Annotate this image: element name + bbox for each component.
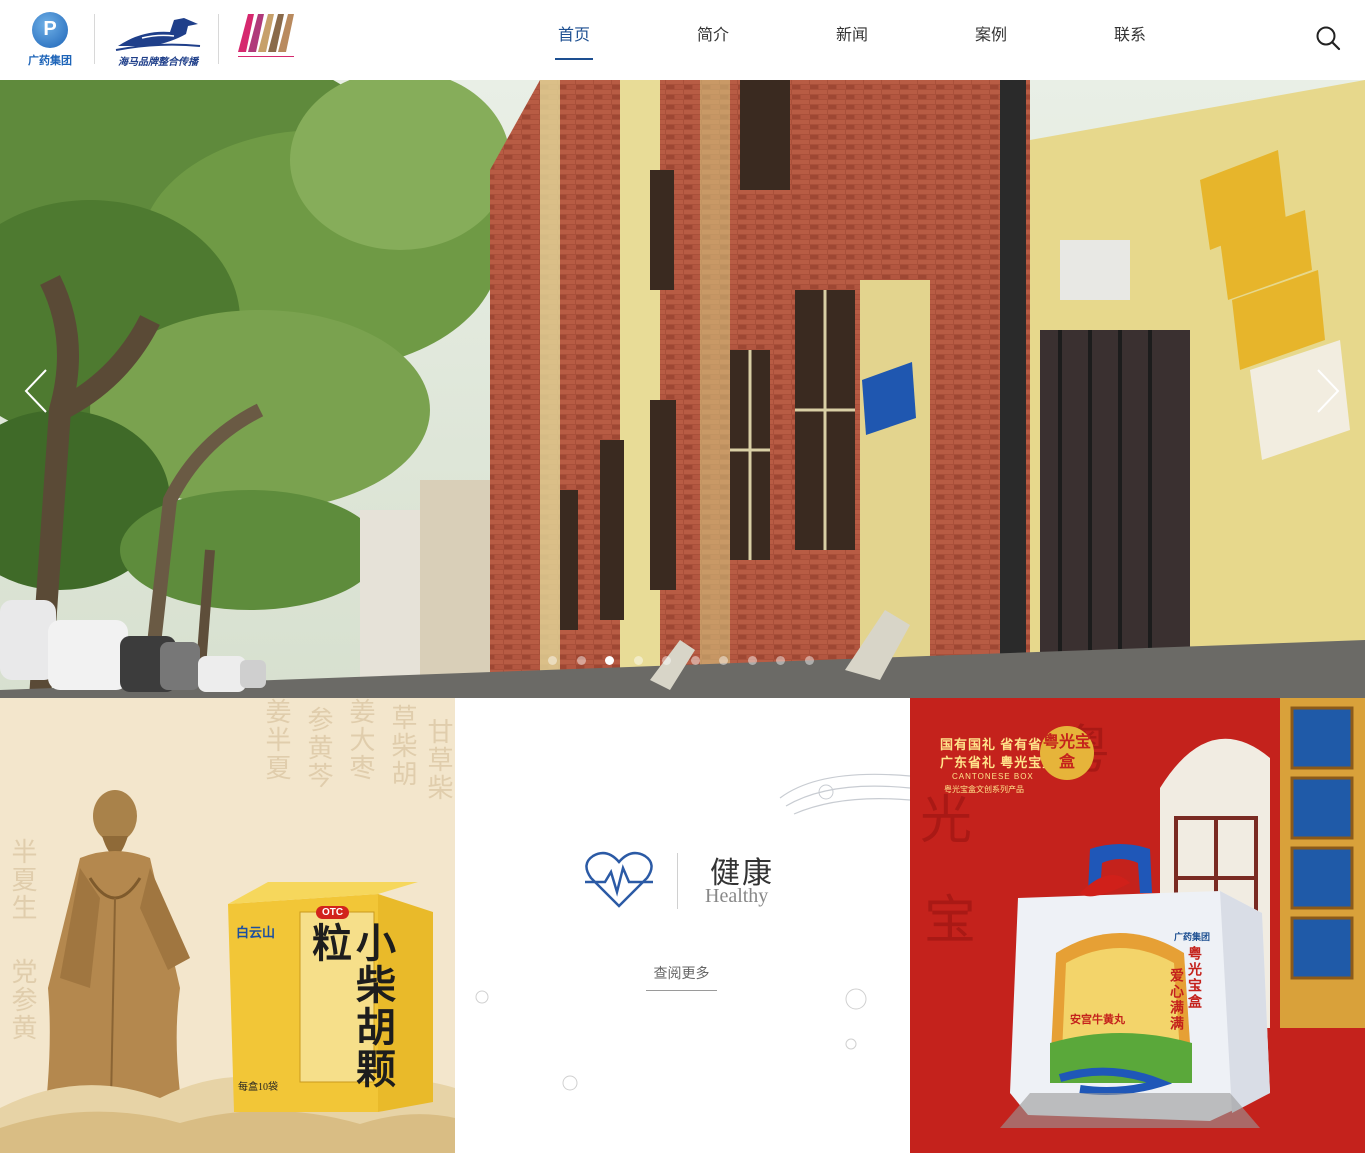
tin-subtitle: 爱心满满 bbox=[1168, 968, 1183, 1032]
product-panel-xiaochaihu[interactable]: 姜半夏 参黄芩 姜大枣 草柴胡 甘草柴 半夏生 党参黄 白云山 OTC 小柴胡颗… bbox=[0, 698, 455, 1153]
background-herb-text: 姜大枣 bbox=[346, 698, 375, 782]
nav-item-contact[interactable]: 联系 bbox=[1081, 0, 1179, 80]
health-panel[interactable]: 健康 Healthy 查阅更多 bbox=[455, 698, 910, 1153]
site-header: P 广药集团 海马品牌整合传播 首页 简介 新闻 案例 联系 bbox=[0, 0, 1365, 80]
gift-box-panel[interactable]: 粤 光 宝 国有国礼 省有省礼 广东省礼 粤光宝盒 CANTONESE BOX … bbox=[910, 698, 1365, 1153]
gift-slogan-sub: 粤光宝盒文创系列产品 bbox=[944, 785, 1024, 794]
slider-next-button[interactable] bbox=[1312, 368, 1342, 414]
hero-slider bbox=[0, 80, 1365, 698]
slider-prev-button[interactable] bbox=[22, 368, 52, 414]
cloud-pattern-icon bbox=[779, 773, 910, 815]
haima-logo[interactable]: 海马品牌整合传播 bbox=[112, 12, 204, 68]
slider-dot[interactable] bbox=[690, 656, 700, 665]
background-herb-text: 甘草柴 bbox=[424, 718, 453, 802]
nav-item-home[interactable]: 首页 bbox=[525, 0, 623, 80]
gpg-group-logo[interactable]: P 广药集团 bbox=[24, 12, 76, 67]
seahorse-icon bbox=[115, 18, 201, 51]
gz4a-logo[interactable] bbox=[236, 12, 296, 66]
read-more-link[interactable]: 查阅更多 bbox=[646, 963, 717, 991]
background-herb-text: 参黄芩 bbox=[304, 706, 333, 790]
haima-logo-text: 海马品牌整合传播 bbox=[118, 57, 198, 68]
swirl-icon bbox=[475, 990, 489, 1004]
slider-dot[interactable] bbox=[576, 656, 586, 665]
gpg-logo-text: 广药集团 bbox=[28, 55, 72, 67]
title-divider bbox=[677, 853, 678, 909]
nav-item-news[interactable]: 新闻 bbox=[803, 0, 901, 80]
gift-tin-illustration bbox=[1000, 844, 1270, 1128]
product-brand: 白云山 bbox=[236, 925, 276, 940]
slider-dot[interactable] bbox=[776, 656, 785, 665]
background-herb-text: 草柴胡 bbox=[388, 704, 417, 788]
slider-dot[interactable] bbox=[605, 656, 614, 665]
swirl-icon bbox=[845, 988, 867, 1010]
pack-note: 每盒10袋 bbox=[238, 1082, 278, 1093]
nav-item-cases[interactable]: 案例 bbox=[942, 0, 1040, 80]
slider-dot[interactable] bbox=[719, 656, 728, 665]
gift-slogan-1: 国有国礼 省有省礼 bbox=[940, 737, 1057, 752]
background-calligraphy: 宝 bbox=[924, 893, 977, 950]
nav-item-about[interactable]: 简介 bbox=[664, 0, 762, 80]
logo-divider bbox=[218, 14, 219, 64]
logo-divider bbox=[94, 14, 95, 64]
slider-dot[interactable] bbox=[548, 656, 557, 665]
slider-dot[interactable] bbox=[804, 656, 814, 665]
background-herb-text: 姜半夏 bbox=[262, 698, 291, 782]
gz4a-logo-mark bbox=[238, 14, 294, 57]
chevron-left-icon bbox=[24, 369, 47, 413]
slider-dot[interactable] bbox=[662, 656, 671, 665]
gift-slogan-en: CANTONESE BOX bbox=[952, 772, 1034, 781]
search-icon bbox=[1316, 26, 1341, 51]
hero-slide-image bbox=[0, 80, 1365, 698]
product-box: 白云山 OTC 小柴胡颗粒 每盒10袋 bbox=[228, 882, 433, 1112]
product-name: 小柴胡颗粒 bbox=[306, 922, 395, 1090]
otc-badge: OTC bbox=[316, 906, 350, 919]
tin-brand: 广药集团 bbox=[1174, 932, 1211, 942]
swirl-icon bbox=[562, 1075, 578, 1091]
search-button[interactable] bbox=[1314, 24, 1342, 52]
gift-seal: 粤光宝盒 bbox=[1040, 726, 1094, 780]
chevron-right-icon bbox=[1317, 369, 1340, 413]
heart-pulse-icon bbox=[585, 851, 653, 908]
tin-title: 粤光宝盒 bbox=[1186, 946, 1201, 1010]
tin-product-card: 安宫牛黄丸 bbox=[1070, 1014, 1125, 1026]
gift-slogan-2: 广东省礼 粤光宝盒 bbox=[940, 755, 1057, 770]
slider-dot[interactable] bbox=[747, 656, 757, 665]
section-subtitle: Healthy bbox=[705, 885, 769, 907]
gpg-logo-mark: P bbox=[32, 12, 68, 48]
slider-dot[interactable] bbox=[633, 656, 643, 665]
swirl-icon bbox=[845, 1038, 857, 1050]
